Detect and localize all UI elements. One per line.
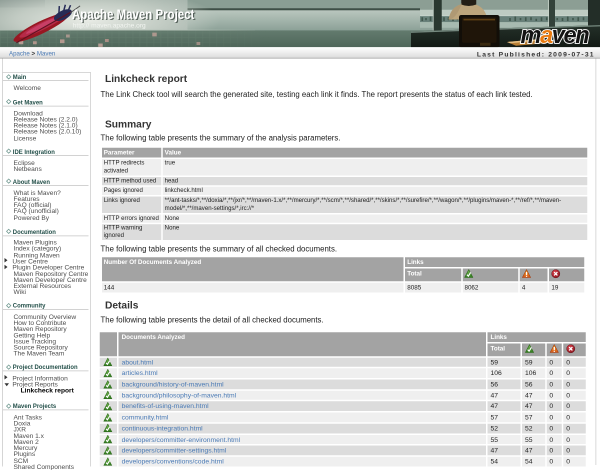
svg-text:maven: maven xyxy=(521,23,590,47)
svg-text:Apache Maven Project: Apache Maven Project xyxy=(72,7,195,22)
svg-text:http:// maven.apache.org: http:// maven.apache.org xyxy=(73,22,146,29)
